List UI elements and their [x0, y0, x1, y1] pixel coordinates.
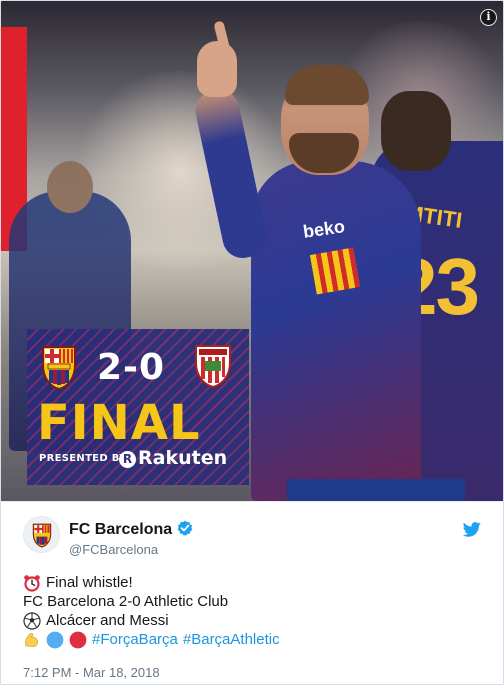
- presented-by-label: PRESENTED BY: [39, 453, 127, 464]
- tweet-line-text: FC Barcelona 2-0 Athletic Club: [23, 593, 229, 610]
- tweet-line-text: Alcácer and Messi: [46, 612, 169, 629]
- display-name[interactable]: FC Barcelona: [69, 521, 172, 539]
- tweet-line: FC Barcelona 2-0 Athletic Club: [23, 592, 280, 611]
- flexed-biceps-emoji-icon: [25, 632, 38, 647]
- tweet-content: FC Barcelona @FCBarcelona Final whistle!…: [1, 501, 503, 684]
- soccer-ball-emoji-icon: [23, 611, 41, 630]
- match-result-graphic: 2-0 FINAL PRESENTED BY R Rakuten: [27, 329, 249, 485]
- fc-barcelona-crest-icon: [42, 346, 76, 391]
- raised-hand: [197, 41, 237, 97]
- alarm-clock-emoji-icon: [24, 574, 40, 592]
- sponsor-name: Rakuten: [138, 447, 228, 469]
- tweet-text: Final whistle! FC Barcelona 2-0 Athletic…: [23, 573, 280, 649]
- captain-armband: [309, 247, 361, 295]
- verified-badge-icon: [177, 520, 193, 536]
- player-hair: [285, 65, 369, 105]
- sponsor-logo: R Rakuten: [119, 447, 227, 469]
- avatar[interactable]: [23, 516, 60, 553]
- hashtag-link[interactable]: #ForçaBarça: [92, 630, 178, 649]
- red-circle-emoji-icon: [69, 631, 87, 648]
- twitter-bird-icon[interactable]: [463, 522, 481, 537]
- final-label: FINAL: [37, 395, 201, 451]
- blue-block: [287, 479, 465, 501]
- tweet-line: Final whistle!: [23, 573, 280, 592]
- rakuten-r-icon: R: [119, 451, 136, 468]
- tweet-timestamp[interactable]: 7:12 PM - Mar 18, 2018: [23, 665, 160, 680]
- fc-barcelona-crest-icon: [32, 523, 52, 548]
- hashtag-link[interactable]: #BarçaAthletic: [183, 630, 280, 649]
- info-icon[interactable]: i: [480, 9, 497, 26]
- match-score: 2-0: [97, 347, 166, 388]
- tweet-media-image[interactable]: UMTITI 23 beko i 2-0 FINAL PRESENTED BY …: [1, 1, 503, 501]
- tweet-line: Alcácer and Messi: [23, 611, 280, 630]
- athletic-club-crest-icon: [195, 345, 231, 389]
- embedded-tweet-card: UMTITI 23 beko i 2-0 FINAL PRESENTED BY …: [0, 0, 504, 685]
- user-handle[interactable]: @FCBarcelona: [69, 542, 158, 557]
- tweet-line-text: Final whistle!: [46, 574, 133, 591]
- tweet-line: #ForçaBarça #BarçaAthletic: [23, 630, 280, 649]
- blue-circle-emoji-icon: [46, 631, 64, 648]
- player-jersey: [251, 161, 421, 501]
